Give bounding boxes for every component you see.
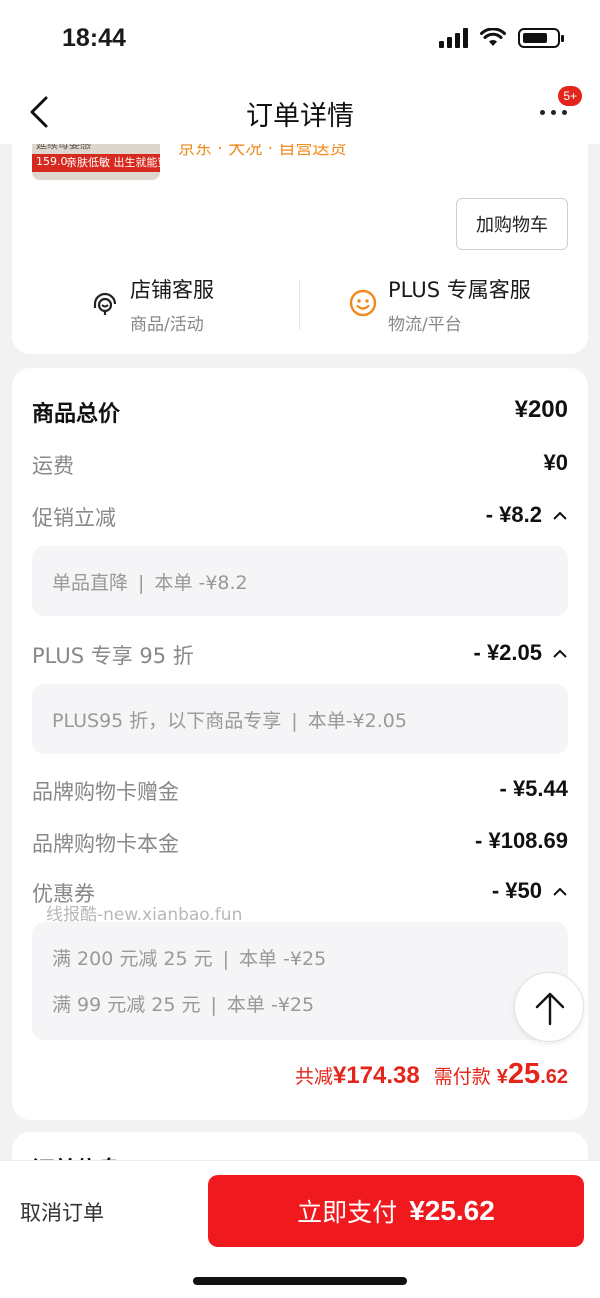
shipping-value: ¥0	[543, 450, 568, 475]
status-icons	[439, 28, 564, 48]
scroll-to-top-button[interactable]	[514, 972, 584, 1042]
pay-now-amount: ¥25.62	[409, 1195, 495, 1226]
plus-discount-label: PLUS 专享 95 折	[32, 644, 194, 668]
watermark-text: 线报酷-new.xianbao.fun	[46, 905, 243, 925]
amount-due-decimal: .62	[540, 1066, 568, 1088]
notification-badge: 5+	[558, 86, 582, 106]
shipping-label: 运费	[32, 454, 74, 478]
amount-due-integer: 25	[507, 1058, 541, 1090]
total-reduction: 共减¥174.38	[295, 1062, 420, 1090]
product-partial-text: 京东 · 大况 · 自营送货	[178, 144, 347, 159]
amount-due-label: 需付款	[433, 1066, 491, 1088]
more-dots-icon	[540, 110, 567, 115]
card-gift-row: 品牌购物卡赠金 - ¥5.44	[32, 776, 568, 810]
chevron-up-icon[interactable]	[552, 884, 568, 900]
card-gift-label: 品牌购物卡赠金	[32, 780, 179, 804]
total-price-row: 商品总价 ¥200	[32, 396, 568, 430]
headset-icon	[93, 292, 117, 315]
battery-icon	[518, 28, 564, 48]
thumb-price: 159.0	[36, 155, 68, 168]
total-reduction-label: 共减	[294, 1066, 333, 1088]
total-reduction-value: ¥174.38	[332, 1062, 420, 1089]
promo-label: 促销立减	[32, 506, 116, 530]
coupon-amount: 本单 -¥25	[239, 948, 327, 970]
product-card: 延续母婴感 159.0 亲肤低敏 出生就能穿 京东 · 大况 · 自营送货 加购…	[12, 144, 588, 354]
status-bar: 18:44	[0, 0, 600, 80]
plus-detail-line: PLUS95 折，以下商品专享 | 本单-¥2.05	[52, 710, 407, 732]
service-row: 店铺客服 商品/活动 PLUS 专属客服 物流/平台	[12, 272, 588, 336]
promo-detail-line: 单品直降 | 本单 -¥8.2	[52, 572, 248, 594]
coupon-detail-line: 满 200 元减 25 元 | 本单 -¥25	[52, 948, 327, 970]
promo-detail-box: 单品直降 | 本单 -¥8.2	[32, 546, 568, 616]
chevron-up-icon[interactable]	[552, 646, 568, 662]
chevron-up-icon[interactable]	[552, 508, 568, 524]
pay-now-label: 立即支付	[297, 1198, 398, 1227]
thumb-banner-text: 延续母婴感	[36, 144, 91, 151]
price-summary: 共减¥174.38 需付款 ¥25.62	[295, 1058, 568, 1091]
plus-discount-row[interactable]: PLUS 专享 95 折 - ¥2.05	[32, 640, 568, 674]
page-title: 订单详情	[246, 101, 354, 132]
card-gift-value: - ¥5.44	[499, 776, 569, 801]
plus-service-sub: 物流/平台	[388, 315, 462, 335]
card-principal-row: 品牌购物卡本金 - ¥108.69	[32, 828, 568, 862]
shipping-row: 运费 ¥0	[32, 450, 568, 484]
bottom-action-bar: 取消订单 立即支付 ¥25.62	[0, 1160, 600, 1298]
card-principal-value: - ¥108.69	[475, 828, 568, 853]
cancel-order-button[interactable]: 取消订单	[20, 1197, 104, 1227]
shop-service-title: 店铺客服	[130, 278, 214, 302]
product-thumbnail[interactable]: 延续母婴感 159.0 亲肤低敏 出生就能穿	[32, 144, 160, 180]
promo-row[interactable]: 促销立减 - ¥8.2	[32, 502, 568, 536]
home-indicator	[193, 1277, 407, 1285]
smiley-service-icon	[349, 289, 377, 317]
thumb-slogan: 亲肤低敏 出生就能穿	[66, 156, 160, 169]
plus-detail-box: PLUS95 折，以下商品专享 | 本单-¥2.05	[32, 684, 568, 754]
status-time: 18:44	[62, 24, 126, 52]
shop-service-sub: 商品/活动	[130, 315, 204, 335]
card-principal-label: 品牌购物卡本金	[32, 832, 179, 856]
total-price-label: 商品总价	[32, 402, 121, 427]
arrow-up-icon	[535, 992, 565, 1026]
coupon-detail-line: 满 99 元减 25 元 | 本单 -¥25	[52, 994, 315, 1016]
plus-detail-value: 本单-¥2.05	[307, 710, 407, 732]
coupon-name: 满 99 元减 25 元	[52, 994, 201, 1016]
amount-due-currency: ¥	[496, 1066, 508, 1088]
plus-detail-name: PLUS95 折，以下商品专享	[52, 710, 282, 732]
promo-detail-name: 单品直降	[52, 572, 129, 594]
plus-service-title: PLUS 专属客服	[388, 278, 531, 302]
coupon-detail-box: 满 200 元减 25 元 | 本单 -¥25 满 99 元减 25 元 | 本单 -¥…	[32, 922, 568, 1040]
nav-bar: 订单详情 5+	[0, 80, 600, 144]
total-price-value: ¥200	[514, 396, 568, 423]
service-divider	[299, 280, 300, 330]
promo-detail-value: 本单 -¥8.2	[154, 572, 248, 594]
price-card: 商品总价 ¥200 运费 ¥0 促销立减 - ¥8.2 单品直降 | 本单 -¥8.…	[12, 368, 588, 1120]
pay-now-button[interactable]: 立即支付 ¥25.62	[208, 1175, 584, 1247]
cellular-signal-icon	[439, 28, 468, 48]
amount-due: 需付款 ¥25.62	[434, 1058, 568, 1091]
add-to-cart-button[interactable]: 加购物车	[456, 198, 568, 250]
wifi-icon	[480, 28, 506, 46]
coupon-amount: 本单 -¥25	[226, 994, 315, 1016]
coupon-name: 满 200 元减 25 元	[52, 948, 213, 970]
